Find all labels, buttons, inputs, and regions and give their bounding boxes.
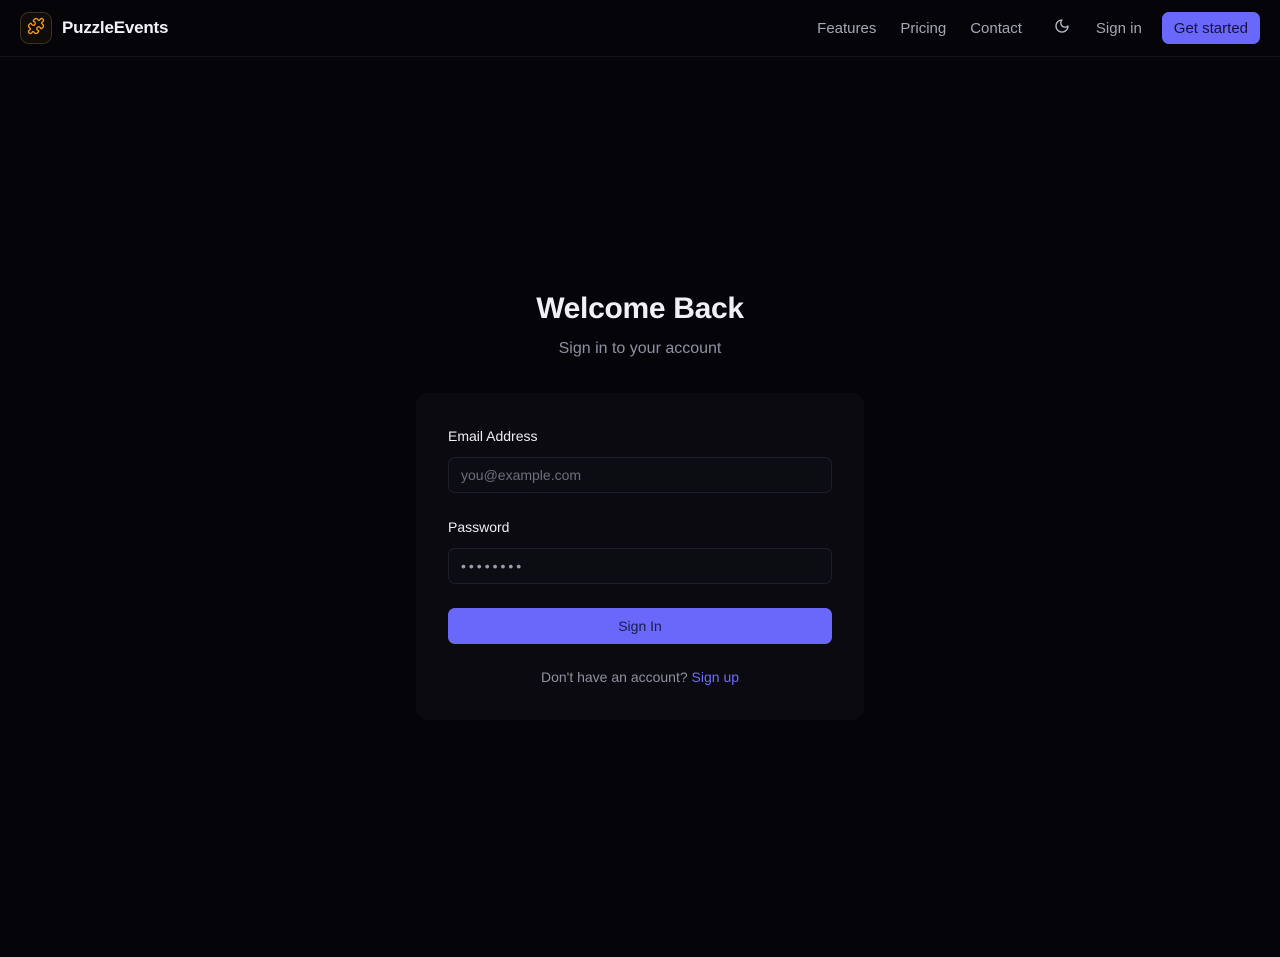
brand[interactable]: PuzzleEvents	[20, 12, 168, 44]
puzzle-icon	[27, 17, 45, 40]
email-label: Email Address	[448, 428, 538, 444]
signup-prompt: Don't have an account? Sign up	[416, 669, 864, 685]
main-nav: Features Pricing Contact Sign in Get sta…	[817, 12, 1260, 44]
email-input[interactable]	[448, 457, 832, 493]
signin-card: Email Address Password •••••••• Sign In …	[416, 393, 864, 720]
top-navbar: PuzzleEvents Features Pricing Contact Si…	[0, 0, 1280, 57]
password-input[interactable]: ••••••••	[448, 548, 832, 584]
get-started-button[interactable]: Get started	[1161, 12, 1260, 44]
nav-link-contact[interactable]: Contact	[970, 20, 1022, 37]
brand-name: PuzzleEvents	[62, 18, 169, 37]
password-value: ••••••••	[461, 558, 525, 574]
theme-toggle-button[interactable]	[1052, 18, 1072, 38]
brand-logo	[20, 12, 52, 44]
signin-submit-button[interactable]: Sign In	[448, 608, 832, 644]
password-label: Password	[448, 519, 510, 535]
moon-icon	[1054, 18, 1070, 39]
page-subtitle: Sign in to your account	[558, 340, 722, 357]
nav-signin-link[interactable]: Sign in	[1096, 20, 1142, 37]
signup-link[interactable]: Sign up	[692, 669, 739, 685]
nav-link-features[interactable]: Features	[817, 20, 876, 37]
nav-link-pricing[interactable]: Pricing	[900, 20, 946, 37]
page-title: Welcome Back	[536, 292, 744, 325]
signup-prompt-text: Don't have an account?	[540, 669, 688, 685]
